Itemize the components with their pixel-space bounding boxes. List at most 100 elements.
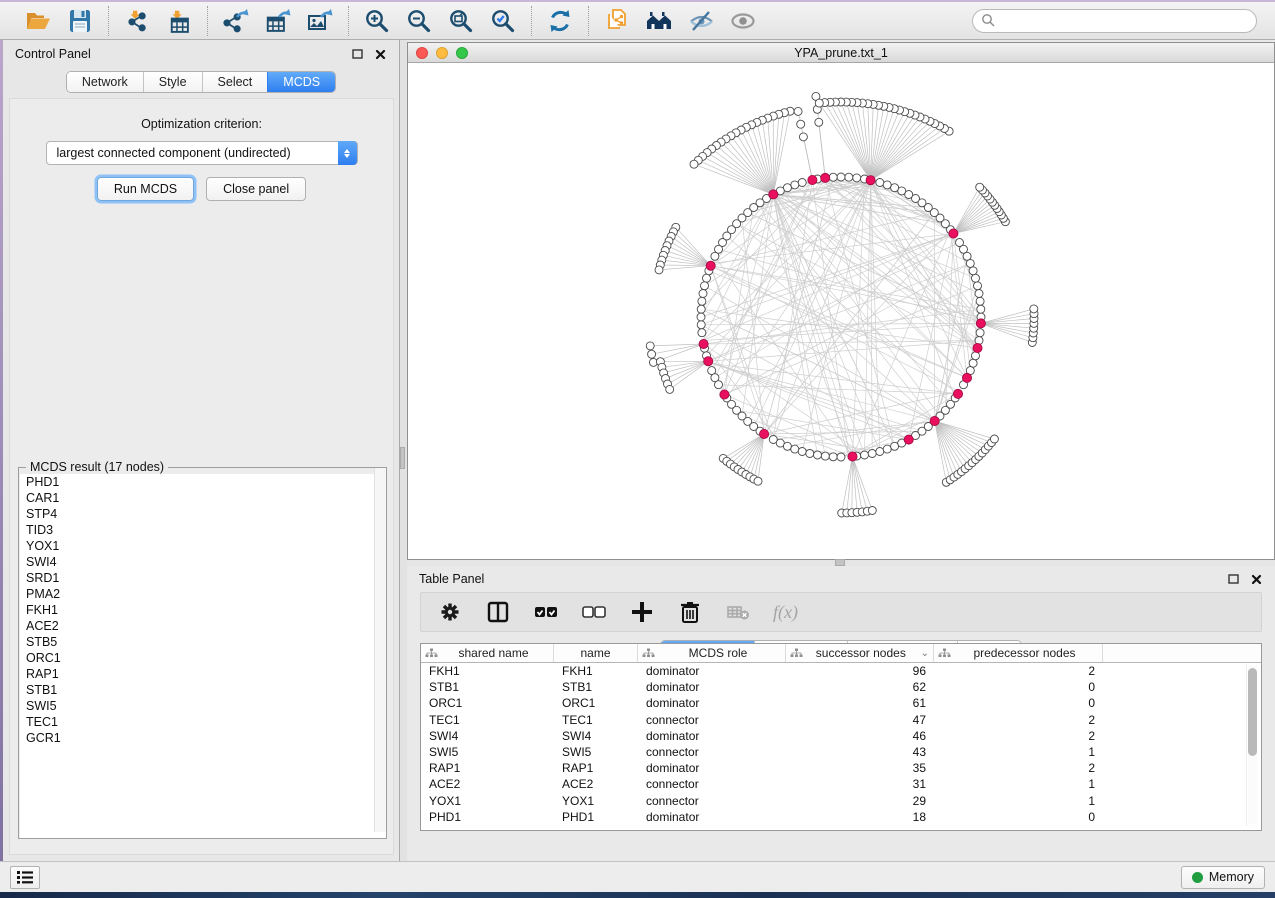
zoom-out-button[interactable] xyxy=(405,7,433,35)
table-row[interactable]: ORC1ORC1dominator610 xyxy=(421,695,1261,711)
task-history-button[interactable] xyxy=(10,866,40,889)
first-neighbors-icon xyxy=(646,8,672,34)
node-table-body: FKH1FKH1dominator962STB1STB1dominator620… xyxy=(421,663,1261,825)
delete-column-button[interactable] xyxy=(677,599,703,625)
mcds-result-item[interactable]: RAP1 xyxy=(20,666,386,682)
float-panel-icon[interactable] xyxy=(351,48,364,61)
import-network-button[interactable] xyxy=(123,7,151,35)
mcds-result-item[interactable]: CAR1 xyxy=(20,490,386,506)
mcds-result-item[interactable]: SWI5 xyxy=(20,698,386,714)
network-canvas[interactable] xyxy=(408,63,1274,559)
mcds-result-item[interactable]: SWI4 xyxy=(20,554,386,570)
zoom-out-icon xyxy=(406,8,432,34)
hide-selected-button[interactable] xyxy=(687,7,715,35)
float-table-panel-icon[interactable] xyxy=(1227,573,1240,586)
table-cell: 2 xyxy=(934,663,1103,679)
table-cell: PHD1 xyxy=(554,809,638,825)
table-cell: 2 xyxy=(934,760,1103,776)
close-panel-icon[interactable] xyxy=(374,48,387,61)
close-panel-button[interactable]: Close panel xyxy=(206,177,306,201)
table-cell: 0 xyxy=(934,809,1103,825)
table-cell: 61 xyxy=(786,695,934,711)
table-cell: 43 xyxy=(786,744,934,760)
column-header-MCDS-role[interactable]: MCDS role xyxy=(638,644,786,662)
mcds-result-item[interactable]: ACE2 xyxy=(20,618,386,634)
mcds-result-item[interactable]: YOX1 xyxy=(20,538,386,554)
mcds-result-item[interactable]: GCR1 xyxy=(20,730,386,746)
main-toolbar xyxy=(0,2,1275,40)
zoom-in-button[interactable] xyxy=(363,7,391,35)
vertical-splitter[interactable] xyxy=(400,40,407,861)
table-row[interactable]: RAP1RAP1dominator352 xyxy=(421,760,1261,776)
network-graph[interactable] xyxy=(408,63,1274,559)
tab-network[interactable]: Network xyxy=(67,72,143,92)
mcds-result-item[interactable]: PHD1 xyxy=(20,474,386,490)
export-network-button[interactable] xyxy=(222,7,250,35)
table-row[interactable]: YOX1YOX1connector291 xyxy=(421,793,1261,809)
mcds-result-item[interactable]: SRD1 xyxy=(20,570,386,586)
window-minimize-icon[interactable] xyxy=(436,47,448,59)
table-row[interactable]: SWI4SWI4dominator462 xyxy=(421,728,1261,744)
export-table-button[interactable] xyxy=(264,7,292,35)
import-table-button[interactable] xyxy=(165,7,193,35)
desktop-edge-bottom xyxy=(0,892,1275,898)
window-close-icon[interactable] xyxy=(416,47,428,59)
column-header-shared-name[interactable]: shared name xyxy=(421,644,554,662)
table-cell: SWI4 xyxy=(554,728,638,744)
clone-network-button[interactable] xyxy=(603,7,631,35)
mcds-result-item[interactable]: TID3 xyxy=(20,522,386,538)
table-cell: YOX1 xyxy=(421,793,554,809)
mcds-result-item[interactable]: STB1 xyxy=(20,682,386,698)
zoom-fit-button[interactable] xyxy=(447,7,475,35)
table-row[interactable]: PHD1PHD1dominator180 xyxy=(421,809,1261,825)
run-mcds-button[interactable]: Run MCDS xyxy=(97,177,194,201)
tab-mcds[interactable]: MCDS xyxy=(267,72,335,92)
mcds-list-scrollbar[interactable] xyxy=(374,468,386,832)
mcds-result-item[interactable]: STB5 xyxy=(20,634,386,650)
select-all-checkboxes-button[interactable] xyxy=(533,599,559,625)
table-row[interactable]: ACE2ACE2connector311 xyxy=(421,776,1261,792)
add-column-button[interactable] xyxy=(629,599,655,625)
network-window-titlebar[interactable]: YPA_prune.txt_1 xyxy=(408,43,1274,63)
mcds-result-item[interactable]: TEC1 xyxy=(20,714,386,730)
first-neighbors-button[interactable] xyxy=(645,7,673,35)
attribute-settings-button[interactable] xyxy=(437,599,463,625)
mcds-result-item[interactable]: FKH1 xyxy=(20,602,386,618)
table-cell: 29 xyxy=(786,793,934,809)
mcds-result-item[interactable]: STP4 xyxy=(20,506,386,522)
window-zoom-icon[interactable] xyxy=(456,47,468,59)
export-image-button[interactable] xyxy=(306,7,334,35)
open-file-button[interactable] xyxy=(24,7,52,35)
table-panel: Table Panel f(x) shared namenameMCDS rol… xyxy=(407,566,1275,861)
export-table-icon xyxy=(265,8,291,34)
column-header-successor-nodes[interactable]: successor nodes⌄ xyxy=(786,644,934,662)
table-cell: connector xyxy=(638,744,786,760)
split-panel-button[interactable] xyxy=(485,599,511,625)
table-row[interactable]: STB1STB1dominator620 xyxy=(421,679,1261,695)
refresh-layout-button[interactable] xyxy=(546,7,574,35)
table-panel-title: Table Panel xyxy=(419,572,484,586)
list-icon xyxy=(16,870,34,884)
table-row[interactable]: FKH1FKH1dominator962 xyxy=(421,663,1261,679)
mcds-result-item[interactable]: PMA2 xyxy=(20,586,386,602)
export-network-icon xyxy=(223,8,249,34)
search-input[interactable] xyxy=(972,9,1257,33)
column-header-name[interactable]: name xyxy=(554,644,638,662)
optimization-criterion-select[interactable]: largest connected component (undirected) xyxy=(46,141,358,165)
close-table-panel-icon[interactable] xyxy=(1250,573,1263,586)
table-row[interactable]: TEC1TEC1connector472 xyxy=(421,712,1261,728)
save-session-button[interactable] xyxy=(66,7,94,35)
zoom-selected-button[interactable] xyxy=(489,7,517,35)
mcds-result-item[interactable]: ORC1 xyxy=(20,650,386,666)
column-header-predecessor-nodes[interactable]: predecessor nodes xyxy=(934,644,1103,662)
deselect-all-checkboxes-button[interactable] xyxy=(581,599,607,625)
table-scrollbar-thumb[interactable] xyxy=(1248,668,1257,756)
function-builder-icon: f(x) xyxy=(773,602,798,623)
table-cell: 62 xyxy=(786,679,934,695)
mcds-result-list[interactable]: PHD1CAR1STP4TID3YOX1SWI4SRD1PMA2FKH1ACE2… xyxy=(20,474,386,838)
table-row[interactable]: SWI5SWI5connector431 xyxy=(421,744,1261,760)
tab-select[interactable]: Select xyxy=(202,72,268,92)
memory-button[interactable]: Memory xyxy=(1181,866,1265,889)
memory-status-icon xyxy=(1192,872,1203,883)
tab-style[interactable]: Style xyxy=(143,72,202,92)
